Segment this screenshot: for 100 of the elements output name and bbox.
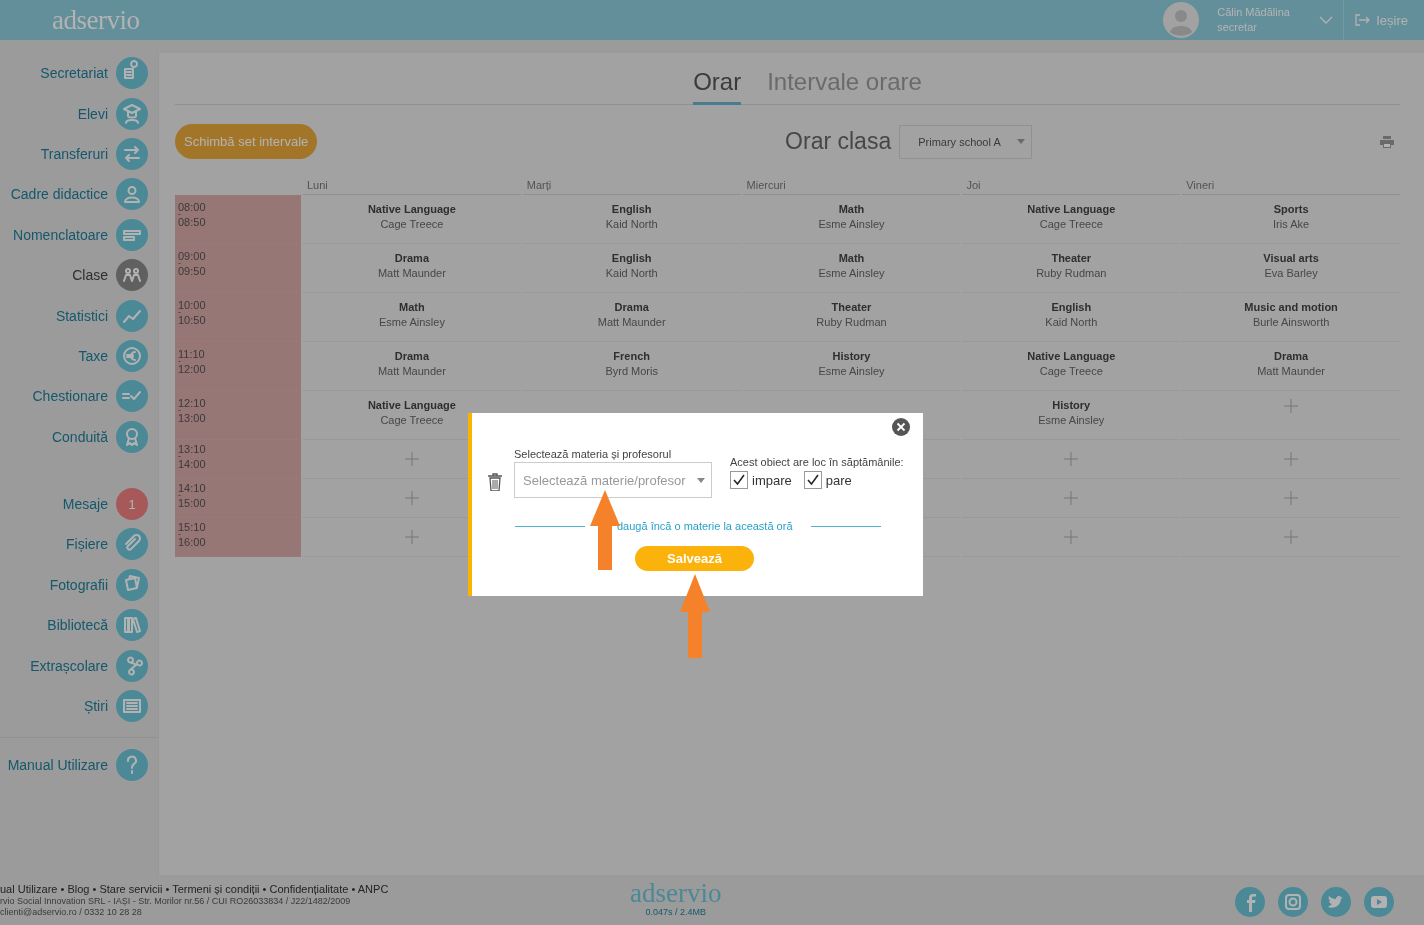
footer-links[interactable]: ual Utilizare • Blog • Stare servicii • Termeni și condiții • Confidențialitate • ANPC — [0, 883, 560, 895]
contact-info: clienti@adservio.ro / 0332 10 28 28 — [0, 907, 143, 917]
subject-name[interactable]: Math — [838, 252, 865, 264]
sidebar-item[interactable]: Statistici — [0, 295, 158, 336]
subject-name[interactable]: Theater — [831, 301, 872, 313]
trash-icon[interactable] — [488, 473, 502, 491]
day-header: Miercuri — [742, 179, 961, 195]
tab[interactable]: Orar — [693, 68, 742, 105]
add-icon[interactable] — [1064, 452, 1079, 466]
teacher-name: Burle Ainsworth — [1252, 316, 1330, 328]
caret-icon — [697, 477, 705, 483]
checkbox[interactable] — [730, 471, 748, 489]
sidebar-item[interactable]: Mesaje 1 — [0, 483, 158, 525]
sidebar-item[interactable]: Fișiere — [0, 524, 158, 565]
sidebar-item[interactable]: Cadre didactice — [0, 174, 158, 215]
teacher-name: Cage Treece — [1039, 365, 1103, 377]
day-header: Marți — [522, 179, 741, 195]
add-icon[interactable] — [404, 491, 419, 505]
sidebar-item[interactable]: Nomenclatoare — [0, 214, 158, 255]
add-icon[interactable] — [1064, 491, 1079, 505]
print-icon[interactable] — [1380, 135, 1394, 148]
add-icon[interactable] — [1284, 452, 1299, 466]
teacher-name: Cage Treece — [380, 218, 444, 230]
subject-name[interactable]: History — [1052, 399, 1091, 411]
footer-logo: adservio — [630, 879, 722, 907]
subject-name[interactable]: Sports — [1273, 203, 1309, 215]
checkbox[interactable] — [803, 471, 822, 489]
user-name: Călin Mădălina — [1217, 5, 1291, 20]
paperclip-icon — [116, 528, 148, 561]
teacher-name: Esme Ainsley — [1038, 414, 1105, 426]
teacher-name: Cage Treece — [380, 414, 444, 426]
class-select[interactable]: Primary school A — [899, 124, 1033, 159]
teacher-name: Esme Ainsley — [818, 267, 885, 279]
add-subject-link[interactable]: daugă încă o materie la această oră — [617, 520, 793, 532]
facebook-icon[interactable] — [1235, 887, 1265, 917]
subject-name[interactable]: History — [832, 350, 871, 362]
add-icon[interactable] — [1284, 399, 1299, 413]
teacher-name: Kaid North — [605, 267, 658, 279]
sidebar-item[interactable]: Elevi — [0, 93, 158, 134]
bars-icon — [116, 218, 148, 251]
subject-name[interactable]: Visual arts — [1263, 252, 1319, 264]
teacher-name: Esme Ainsley — [818, 218, 885, 230]
sidebar-item[interactable]: Clase — [0, 254, 158, 296]
subject-name[interactable]: Math — [838, 203, 865, 215]
subject-select[interactable]: Selectează materie/profesor — [514, 462, 712, 498]
graduate-icon — [116, 97, 148, 130]
award-icon — [116, 420, 148, 453]
subject-name[interactable]: Native Language — [367, 399, 456, 411]
sidebar-item[interactable]: Taxe — [0, 335, 158, 377]
subject-name[interactable]: Native Language — [1027, 203, 1116, 215]
group-icon — [116, 259, 148, 292]
subject-name[interactable]: French — [613, 350, 651, 362]
sidebar-item[interactable]: Manual Utilizare — [0, 745, 158, 786]
time-cell: 11:10 - 12:00 — [175, 342, 301, 391]
person-icon — [116, 178, 148, 211]
add-icon[interactable] — [1064, 530, 1079, 544]
subject-name[interactable]: English — [611, 203, 652, 215]
close-icon[interactable] — [892, 418, 910, 436]
sidebar-item[interactable]: Fotografii — [0, 564, 158, 606]
time-cell: 14:10 - 15:00 — [175, 479, 301, 518]
teacher-name: Kaid North — [605, 218, 658, 230]
avatar-icon[interactable] — [1163, 2, 1200, 38]
newspaper-icon — [116, 690, 148, 723]
sidebar-item[interactable]: Știri — [0, 685, 158, 727]
sidebar-item[interactable]: Extrașcolare — [0, 645, 158, 686]
add-icon[interactable] — [404, 452, 419, 466]
sidebar-item[interactable]: Chestionare — [0, 376, 158, 417]
sidebar-item[interactable]: Secretariat — [0, 53, 158, 94]
subject-name[interactable]: Math — [399, 301, 425, 313]
add-icon[interactable] — [404, 530, 419, 544]
subject-name[interactable]: Drama — [1273, 350, 1309, 362]
page-stats: 0.047s / 2.4MB — [645, 907, 706, 917]
subject-name[interactable]: Drama — [394, 252, 429, 264]
subject-name[interactable]: Drama — [614, 301, 649, 313]
add-icon[interactable] — [1284, 491, 1299, 505]
subject-name[interactable]: Native Language — [367, 203, 456, 215]
photos-icon — [116, 568, 148, 601]
teacher-name: Eva Barley — [1264, 267, 1318, 279]
subject-name[interactable]: English — [1051, 301, 1092, 313]
subject-name[interactable]: Native Language — [1027, 350, 1116, 362]
subject-name[interactable]: Theater — [1051, 252, 1092, 264]
subject-name[interactable]: Music and motion — [1244, 301, 1338, 313]
day-header: Luni — [303, 179, 521, 195]
teacher-name: Matt Maunder — [1257, 365, 1326, 377]
video-icon[interactable] — [1364, 887, 1394, 917]
camera-icon[interactable] — [1278, 887, 1308, 917]
chevron-icon[interactable] — [1319, 16, 1334, 24]
subject-name[interactable]: English — [611, 252, 652, 264]
logout-icon — [1354, 14, 1371, 26]
subject-name[interactable]: Drama — [394, 350, 429, 362]
add-icon[interactable] — [1284, 530, 1299, 544]
field-label: Selectează materia și profesorul — [514, 448, 673, 460]
sidebar-item[interactable]: Bibliotecă — [0, 605, 158, 646]
sidebar-item[interactable]: Conduită — [0, 416, 158, 457]
teacher-name: Matt Maunder — [377, 365, 446, 377]
teacher-name: Byrd Moris — [605, 365, 658, 377]
sidebar-item[interactable]: Transferuri — [0, 133, 158, 175]
bird-icon[interactable] — [1321, 887, 1351, 917]
teacher-name: Cage Treece — [1039, 218, 1103, 230]
teacher-name: Esme Ainsley — [818, 365, 885, 377]
